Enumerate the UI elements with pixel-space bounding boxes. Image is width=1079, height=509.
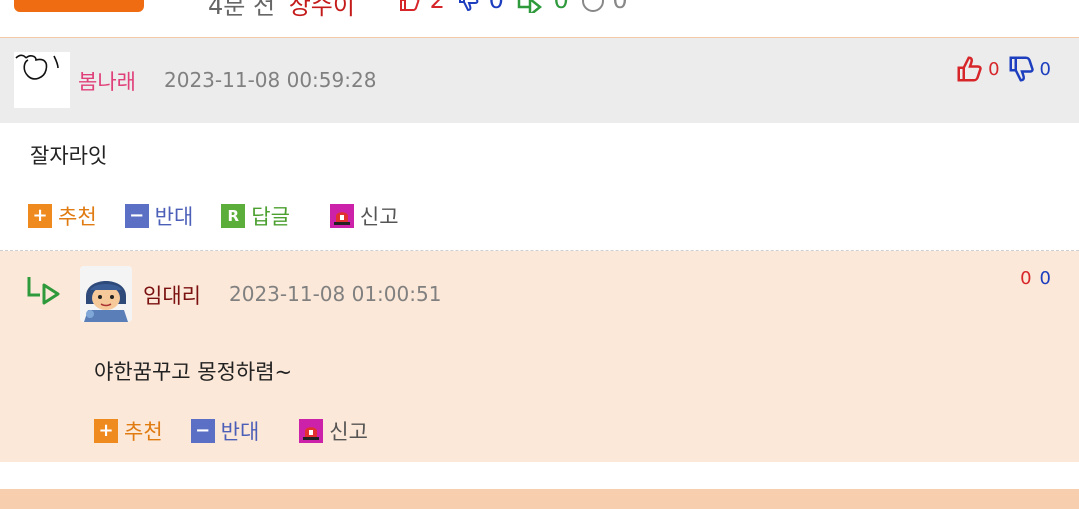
thumbs-up-icon	[400, 0, 420, 11]
comment-date: 2023-11-08 00:59:28	[164, 68, 377, 92]
doodle-avatar-icon	[15, 54, 59, 80]
comment-author[interactable]: 임대리	[143, 280, 201, 310]
post-down-stat: 0	[457, 0, 504, 14]
siren-icon	[329, 204, 354, 228]
comment-body: 야한꿈꾸고 몽정하렴~	[94, 360, 293, 384]
oppose-button[interactable]: − 반대	[190, 416, 260, 446]
report-button[interactable]: 신고	[299, 416, 368, 446]
next-comment-strip	[0, 489, 1079, 509]
avatar[interactable]	[14, 52, 70, 108]
post-reply-count: 0	[553, 0, 569, 14]
comment-votes: 0 0	[955, 54, 1051, 84]
minus-icon: −	[190, 419, 215, 443]
comment-body: 잘자라잇	[30, 144, 108, 168]
reply-r-icon: R	[221, 204, 246, 228]
comment-votes: 0 0	[1020, 268, 1051, 289]
comment-actions: + 추천 − 반대 신고	[94, 416, 396, 446]
siren-icon	[299, 419, 324, 443]
character-avatar-icon	[80, 266, 132, 322]
post-view-stat: 0	[581, 0, 628, 14]
oppose-label: 반대	[220, 420, 260, 444]
comment-down-count: 0	[1039, 58, 1051, 80]
plus-icon: +	[28, 204, 52, 228]
recommend-label: 추천	[124, 420, 163, 444]
comment-down-count: 0	[1039, 268, 1051, 289]
minus-icon: −	[124, 204, 149, 228]
report-label: 신고	[359, 205, 399, 229]
post-meta: 4분 전 상수이	[208, 0, 355, 21]
reply-arrow-icon	[517, 0, 542, 18]
clock-icon	[581, 0, 604, 12]
post-up-stat: 2	[398, 0, 445, 14]
recommend-button[interactable]: + 추천	[94, 416, 163, 446]
post-down-count: 0	[488, 0, 504, 14]
recommend-button[interactable]: + 추천	[28, 201, 97, 231]
reply-label: 답글	[251, 205, 290, 229]
comment-date: 2023-11-08 01:00:51	[229, 282, 442, 306]
oppose-label: 반대	[154, 205, 194, 229]
reply-button[interactable]: R 답글	[221, 201, 290, 231]
comment-author[interactable]: 봄나래	[78, 66, 136, 96]
recommend-label: 추천	[58, 205, 97, 229]
comment-actions: + 추천 − 반대 R 답글 신고	[28, 201, 427, 231]
plus-icon: +	[94, 419, 118, 443]
post-info-strip: 4분 전 상수이 2 0 0 0	[0, 0, 1079, 38]
post-time-ago: 4분 전	[208, 0, 276, 20]
oppose-button[interactable]: − 반대	[124, 201, 194, 231]
report-button[interactable]: 신고	[329, 201, 399, 231]
thumbs-down-icon[interactable]	[1007, 54, 1037, 84]
reply-comment: 임대리 2023-11-08 01:00:51 0 0 야한꿈꾸고 몽정하렴~ …	[0, 251, 1079, 462]
top-orange-button[interactable]	[14, 0, 144, 12]
post-reply-stat: 0	[516, 0, 569, 18]
post-view-count: 0	[612, 0, 628, 14]
comment-up-count: 0	[1020, 268, 1032, 289]
post-author[interactable]: 상수이	[289, 0, 355, 20]
post-up-count: 2	[429, 0, 445, 14]
thumbs-up-icon[interactable]	[955, 54, 985, 84]
thumbs-down-icon	[458, 0, 479, 12]
comment-up-count: 0	[988, 58, 1000, 80]
comment-header: 봄나래 2023-11-08 00:59:28 0 0	[0, 38, 1079, 123]
avatar[interactable]	[80, 266, 132, 322]
reply-arrow-icon	[27, 277, 60, 305]
post-stats: 2 0 0 0	[398, 0, 628, 18]
report-label: 신고	[329, 420, 368, 444]
